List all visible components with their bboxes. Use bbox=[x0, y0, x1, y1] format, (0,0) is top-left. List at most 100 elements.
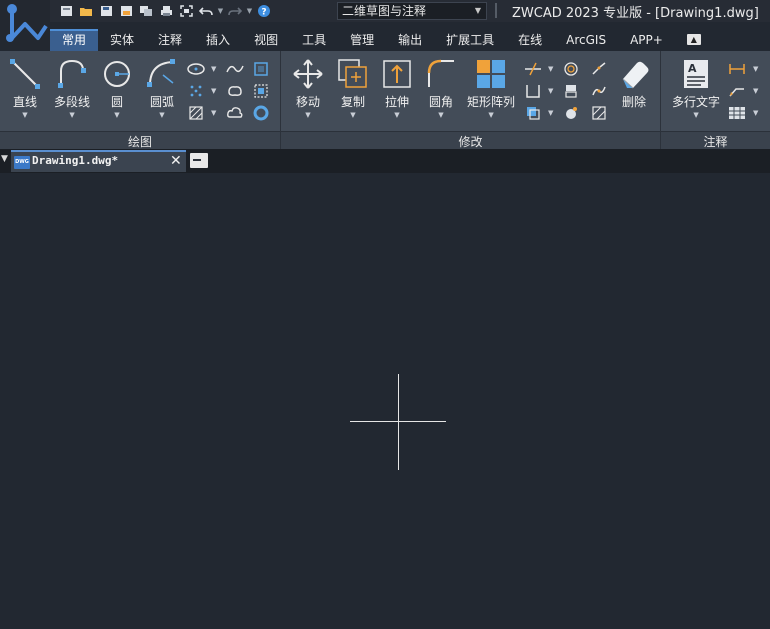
explode-icon[interactable] bbox=[562, 82, 580, 100]
tab-arcgis[interactable]: ArcGIS bbox=[554, 29, 618, 51]
line-button[interactable]: 直线 ▼ bbox=[8, 57, 42, 119]
hatch-edit-icon[interactable] bbox=[590, 104, 608, 122]
hatch-icon[interactable] bbox=[187, 104, 205, 122]
zwcad-logo[interactable] bbox=[0, 0, 50, 50]
trim-icon[interactable] bbox=[524, 60, 542, 78]
document-tab[interactable]: DWG Drawing1.dwg* ✕ bbox=[11, 150, 186, 172]
workspace-select[interactable]: 二维草图与注释 ▼ bbox=[337, 2, 487, 20]
chevron-down-icon[interactable]: ▼ bbox=[753, 109, 758, 117]
rect-array-icon bbox=[474, 57, 508, 91]
stretch-label: 拉伸 bbox=[384, 95, 409, 109]
linear-dimension-icon[interactable] bbox=[728, 60, 746, 78]
new-file-icon[interactable] bbox=[56, 3, 76, 19]
arc-label: 圆弧 bbox=[149, 95, 174, 109]
tab-menu-icon[interactable]: ▼ bbox=[1, 154, 8, 164]
chevron-down-icon[interactable]: ▼ bbox=[211, 65, 216, 73]
chevron-down-icon[interactable]: ▼ bbox=[548, 65, 553, 73]
title-separator bbox=[495, 3, 497, 18]
chevron-down-icon[interactable]: ▼ bbox=[753, 65, 758, 73]
polyline-button[interactable]: 多段线 ▼ bbox=[54, 57, 90, 119]
tab-insert[interactable]: 插入 bbox=[194, 29, 242, 51]
chevron-down-icon: ▼ bbox=[159, 111, 165, 119]
svg-text:A: A bbox=[688, 62, 697, 75]
tab-manage[interactable]: 管理 bbox=[338, 29, 386, 51]
table-icon[interactable] bbox=[728, 104, 746, 122]
erase-button[interactable]: 删除 bbox=[617, 57, 651, 110]
close-icon[interactable]: ✕ bbox=[170, 153, 182, 169]
cloud-icon[interactable] bbox=[226, 104, 244, 122]
copy-clip-icon[interactable] bbox=[524, 104, 542, 122]
rectangle-outline-icon[interactable] bbox=[524, 82, 542, 100]
chevron-down-icon: ▼ bbox=[474, 6, 481, 15]
offset-icon[interactable] bbox=[562, 60, 580, 78]
undo-icon[interactable] bbox=[196, 3, 216, 19]
tab-annotate[interactable]: 注释 bbox=[146, 29, 194, 51]
new-drawing-tab-icon[interactable] bbox=[190, 153, 208, 168]
revision-cloud-icon[interactable] bbox=[226, 82, 244, 100]
join-icon[interactable] bbox=[590, 82, 608, 100]
panel-label-modify[interactable]: 修改 bbox=[281, 133, 660, 150]
region-icon[interactable] bbox=[252, 82, 270, 100]
eraser-icon bbox=[617, 57, 651, 91]
ribbon-collapse-icon[interactable]: ▲ bbox=[686, 34, 701, 45]
tab-view[interactable]: 视图 bbox=[242, 29, 290, 51]
chevron-down-icon[interactable]: ▼ bbox=[753, 87, 758, 95]
window-title: ZWCAD 2023 专业版 - [Drawing1.dwg] bbox=[512, 6, 759, 21]
spline-icon[interactable] bbox=[226, 60, 244, 78]
chevron-down-icon[interactable]: ▼ bbox=[211, 87, 216, 95]
stretch-icon bbox=[380, 57, 414, 91]
copy-button[interactable]: 复制 ▼ bbox=[336, 57, 370, 119]
circle-button[interactable]: 圆 ▼ bbox=[100, 57, 134, 119]
chevron-down-icon[interactable]: ▼ bbox=[211, 109, 216, 117]
open-folder-icon[interactable] bbox=[76, 3, 96, 19]
move-button[interactable]: 移动 ▼ bbox=[291, 57, 325, 119]
panel-label-draw[interactable]: 绘图 bbox=[0, 133, 280, 150]
document-tab-name: Drawing1.dwg* bbox=[32, 154, 119, 167]
print-icon[interactable] bbox=[156, 3, 176, 19]
donut-icon[interactable] bbox=[252, 104, 270, 122]
tab-online[interactable]: 在线 bbox=[506, 29, 554, 51]
sheet-set-icon[interactable] bbox=[136, 3, 156, 19]
tab-home[interactable]: 常用 bbox=[50, 29, 99, 51]
point-icon[interactable] bbox=[187, 82, 205, 100]
panel-label-annotation[interactable]: 注释 bbox=[661, 133, 770, 150]
fillet-icon bbox=[424, 57, 458, 91]
copy-icon bbox=[336, 57, 370, 91]
arc-button[interactable]: 圆弧 ▼ bbox=[145, 57, 179, 119]
break-icon[interactable] bbox=[590, 60, 608, 78]
tab-solid[interactable]: 实体 bbox=[98, 29, 146, 51]
drawing-canvas[interactable] bbox=[0, 173, 770, 629]
save-as-icon[interactable] bbox=[116, 3, 136, 19]
mtext-button[interactable]: A 多行文字 ▼ bbox=[672, 57, 720, 119]
line-label: 直线 bbox=[12, 95, 37, 109]
stretch-button[interactable]: 拉伸 ▼ bbox=[380, 57, 414, 119]
mtext-icon: A bbox=[679, 57, 713, 91]
zoom-extents-icon[interactable] bbox=[176, 3, 196, 19]
fillet-label: 圆角 bbox=[428, 95, 453, 109]
rect-array-button[interactable]: 矩形阵列 ▼ bbox=[467, 57, 515, 119]
ellipse-icon[interactable] bbox=[187, 60, 205, 78]
erase-label: 删除 bbox=[621, 95, 646, 109]
redo-dropdown-icon[interactable]: ▼ bbox=[245, 7, 254, 15]
svg-text:?: ? bbox=[261, 8, 266, 18]
rectangle-icon[interactable] bbox=[252, 60, 270, 78]
move-icon bbox=[291, 57, 325, 91]
crosshair-cursor-vertical bbox=[398, 374, 399, 470]
leader-icon[interactable] bbox=[728, 82, 746, 100]
tab-extensions[interactable]: 扩展工具 bbox=[434, 29, 506, 51]
tab-output[interactable]: 输出 bbox=[386, 29, 434, 51]
tab-tools[interactable]: 工具 bbox=[290, 29, 338, 51]
gear-icon[interactable] bbox=[562, 104, 580, 122]
polyline-icon bbox=[55, 57, 89, 91]
chevron-down-icon[interactable]: ▼ bbox=[548, 109, 553, 117]
chevron-down-icon: ▼ bbox=[394, 111, 400, 119]
chevron-down-icon: ▼ bbox=[22, 111, 28, 119]
chevron-down-icon[interactable]: ▼ bbox=[548, 87, 553, 95]
chevron-down-icon: ▼ bbox=[438, 111, 444, 119]
fillet-button[interactable]: 圆角 ▼ bbox=[424, 57, 458, 119]
tab-app-plus[interactable]: APP+ bbox=[618, 29, 675, 51]
redo-icon[interactable] bbox=[225, 3, 245, 19]
save-icon[interactable] bbox=[96, 3, 116, 19]
help-icon[interactable]: ? bbox=[254, 3, 274, 19]
undo-dropdown-icon[interactable]: ▼ bbox=[216, 7, 225, 15]
